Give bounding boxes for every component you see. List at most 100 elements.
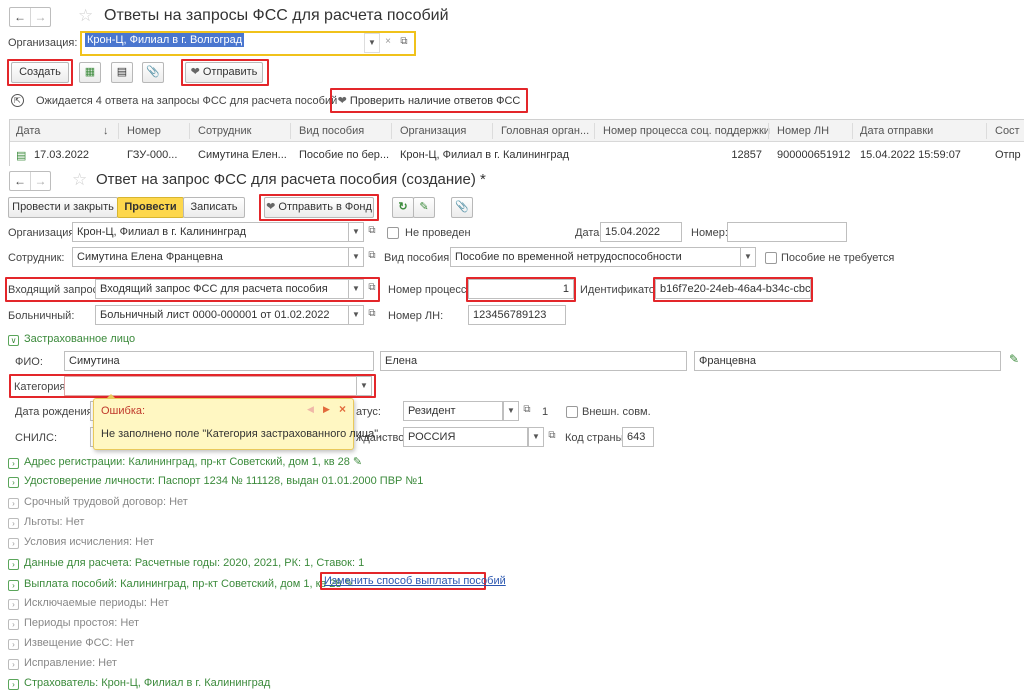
group-registration-address[interactable]: › Адрес регистрации: Калининград, пр-кт С… [8, 455, 362, 469]
not-posted-checkbox[interactable] [387, 227, 399, 239]
paperclip-icon[interactable]: 📎 [451, 197, 473, 218]
col-number[interactable]: Номер [127, 121, 161, 141]
category-input[interactable] [64, 376, 358, 396]
expand-chevron-icon: › [8, 559, 19, 570]
first-name-input[interactable]: Елена [380, 351, 687, 371]
doc-nav-buttons: ← → [9, 171, 51, 191]
col-separator [290, 123, 291, 139]
category-dropdown-button[interactable]: ▼ [356, 376, 372, 396]
citizenship-input[interactable]: РОССИЯ [403, 427, 528, 447]
save-button[interactable]: Записать [183, 197, 245, 218]
benefit-label: Вид пособия: [384, 252, 453, 264]
clear-edit-icon[interactable]: ✎ [413, 197, 435, 218]
group-calculation-conditions[interactable]: › Условия исчисления: Нет [8, 536, 154, 549]
col-benefit[interactable]: Вид пособия [299, 121, 364, 141]
employee-label: Сотрудник: [8, 252, 65, 264]
request-input[interactable]: Входящий запрос ФСС для расчета пособия [95, 279, 350, 299]
group-excluded-periods[interactable]: › Исключаемые периоды: Нет [8, 597, 169, 610]
col-ln[interactable]: Номер ЛН [777, 121, 829, 141]
col-date[interactable]: Дата [16, 121, 40, 141]
not-posted-label: Не проведен [405, 227, 471, 239]
request-label: Входящий запрос: [8, 284, 102, 296]
sick-leave-dropdown-button[interactable]: ▼ [348, 305, 364, 325]
favorite-star-icon[interactable]: ☆ [78, 6, 93, 26]
status-dropdown-button[interactable]: ▼ [503, 401, 519, 421]
org-input[interactable]: Крон-Ц, Филиал в г. Калининград [72, 222, 350, 242]
paperclip-icon[interactable]: 📎 [142, 62, 164, 83]
status-input[interactable]: Резидент [403, 401, 503, 421]
add-copy-icon[interactable]: ▦ [79, 62, 101, 83]
expand-chevron-icon: › [8, 458, 19, 469]
ln-number-input[interactable]: 123456789123 [468, 305, 566, 325]
col-sent-date[interactable]: Дата отправки [860, 121, 933, 141]
country-code-input[interactable]: 643 [622, 427, 654, 447]
category-label: Категория: [14, 381, 69, 393]
benefit-dropdown-button[interactable]: ▼ [740, 247, 756, 267]
favorite-star-icon[interactable]: ☆ [72, 170, 87, 190]
next-error-icon[interactable]: ▶ [323, 404, 330, 415]
col-org[interactable]: Организация [400, 121, 466, 141]
row-number: ГЗУ-000... [127, 149, 178, 161]
request-dropdown-button[interactable]: ▼ [348, 279, 364, 299]
sort-arrow-icon[interactable]: ↓ [103, 121, 109, 141]
middle-name-input[interactable]: Францевна [694, 351, 1001, 371]
col-head-org[interactable]: Головная орган... [501, 121, 589, 141]
clock-icon: ⇱ [11, 94, 24, 107]
forward-arrow-icon[interactable]: → [30, 172, 50, 190]
benefit-input[interactable]: Пособие по временной нетрудоспособности [450, 247, 742, 267]
birth-date-label: Дата рождения: [15, 406, 96, 418]
post-and-close-button[interactable]: Провести и закрыть [8, 197, 118, 218]
last-name-input[interactable]: Симутина [64, 351, 374, 371]
group-fixed-term-contract[interactable]: › Срочный трудовой договор: Нет [8, 496, 188, 509]
org-dropdown-button[interactable]: ▼ [348, 222, 364, 242]
col-employee[interactable]: Сотрудник [198, 121, 251, 141]
close-error-icon[interactable]: × [339, 402, 346, 416]
sick-leave-input[interactable]: Больничный лист 0000-000001 от 01.02.202… [95, 305, 350, 325]
org-filter-clear-icon[interactable]: × [380, 33, 396, 53]
refresh-icon[interactable]: ↻ [392, 197, 414, 218]
employee-open-icon[interactable]: ⧉ [364, 247, 380, 267]
col-process[interactable]: Номер процесса соц. поддержки [603, 121, 770, 141]
no-benefit-checkbox[interactable] [765, 252, 777, 264]
forward-arrow-icon[interactable]: → [30, 8, 50, 26]
group-downtime-periods[interactable]: › Периоды простоя: Нет [8, 617, 139, 630]
external-combo-checkbox[interactable] [566, 406, 578, 418]
back-arrow-icon[interactable]: ← [10, 172, 30, 190]
group-calculation-data[interactable]: › Данные для расчета: Расчетные годы: 202… [8, 557, 364, 570]
group-fss-notice[interactable]: › Извещение ФСС: Нет [8, 637, 134, 650]
group-policyholder[interactable]: › Страхователь: Крон-Ц, Филиал в г. Калин… [8, 677, 270, 690]
org-filter-dropdown-button[interactable]: ▼ [364, 33, 380, 53]
expand-chevron-icon: › [8, 580, 19, 591]
group-benefits[interactable]: › Льготы: Нет [8, 516, 84, 529]
col-state[interactable]: Сост [995, 121, 1020, 141]
group-benefit-payment[interactable]: › Выплата пособий: Калининград, пр-кт Сов… [8, 577, 354, 591]
group-identity-document[interactable]: › Удостоверение личности: Паспорт 1234 № … [8, 475, 423, 488]
org-label: Организация: [8, 227, 78, 239]
identifier-input[interactable]: b16f7e20-24eb-46a4-b34c-cbc075 [655, 279, 811, 299]
sick-leave-open-icon[interactable]: ⧉ [364, 305, 380, 325]
insured-person-group[interactable]: ∨ Застрахованное лицо [8, 333, 135, 346]
org-filter-input[interactable]: Крон-Ц, Филиал в г. Волгоград [82, 33, 364, 53]
back-arrow-icon[interactable]: ← [10, 8, 30, 26]
group-correction[interactable]: › Исправление: Нет [8, 657, 117, 670]
citizenship-dropdown-button[interactable]: ▼ [528, 427, 544, 447]
pencil-icon[interactable]: ✎ [353, 456, 362, 468]
employee-input[interactable]: Симутина Елена Францевна [72, 247, 350, 267]
change-payment-link[interactable]: Изменить способ выплаты пособий [324, 575, 506, 587]
date-input[interactable]: 15.04.2022 [600, 222, 682, 242]
citizenship-open-icon[interactable]: ⧉ [544, 427, 560, 447]
org-filter-open-icon[interactable]: ⧉ [396, 33, 412, 53]
edit-fio-icon[interactable]: ✎ [1009, 352, 1019, 366]
employee-dropdown-button[interactable]: ▼ [348, 247, 364, 267]
status-open-icon[interactable]: ⧉ [519, 401, 535, 421]
report-icon[interactable]: ▤ [111, 62, 133, 83]
request-open-icon[interactable]: ⧉ [364, 279, 380, 299]
post-button[interactable]: Провести [117, 197, 184, 218]
number-input[interactable] [727, 222, 847, 242]
process-input[interactable]: 1 [468, 279, 574, 299]
org-open-icon[interactable]: ⧉ [364, 222, 380, 242]
row-process: 12857 [731, 149, 762, 161]
error-title: Ошибка: [101, 405, 146, 417]
row-org: Крон-Ц, Филиал в г. Калининград [400, 149, 570, 161]
prev-error-icon[interactable]: ◀ [307, 404, 314, 415]
